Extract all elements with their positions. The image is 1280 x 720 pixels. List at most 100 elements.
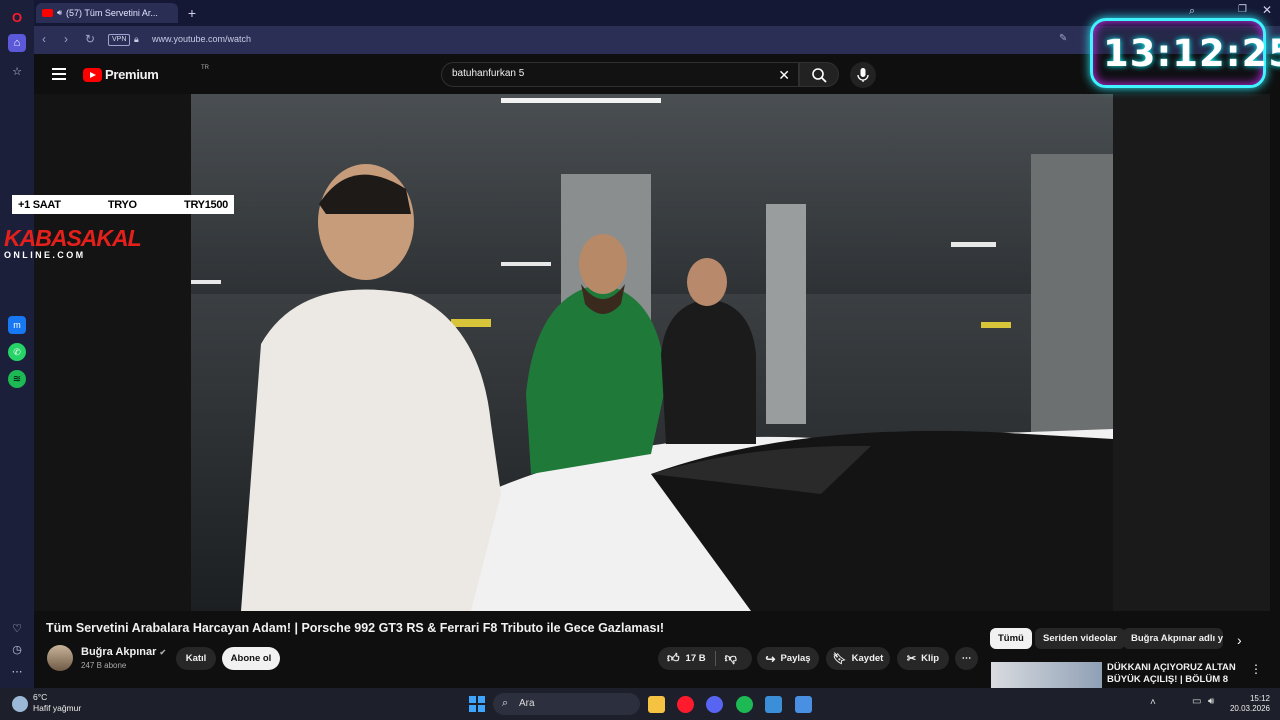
share-icon: ↪ (765, 651, 776, 666)
back-icon[interactable]: ‹ (42, 32, 46, 46)
network-icon[interactable]: ▭ (1192, 696, 1201, 707)
share-label: Paylaş (780, 653, 811, 664)
tab-title: (57) Tüm Servetini Ar... (66, 8, 158, 18)
more-icon[interactable]: ⋯ (8, 662, 26, 680)
messenger-icon[interactable]: m (8, 316, 26, 334)
whatsapp-icon[interactable]: ✆ (8, 343, 26, 361)
discord-icon[interactable] (706, 696, 723, 713)
voice-search-button[interactable] (850, 62, 876, 88)
subscribe-button[interactable]: Abone ol (222, 647, 280, 670)
taskbar-search[interactable]: ⌕ Ara (493, 693, 640, 715)
opera-sidebar: O ⌂ ☆ m ✆ ≋ ♡ ◷ ⋯ (0, 0, 34, 688)
search-icon: ⌕ (502, 697, 509, 709)
tab-bar: 🔊︎ (57) Tüm Servetini Ar... + ⌕ ❐ ✕ (34, 0, 1280, 26)
weather-desc: Hafif yağmur (33, 703, 82, 713)
tray-chevron-icon[interactable]: ˄ (1150, 697, 1156, 708)
taskbar-search-label: Ara (519, 698, 535, 709)
youtube-play-icon (83, 67, 102, 82)
dislike-button[interactable]: 👎︎ (725, 651, 737, 666)
windows-start-icon[interactable] (469, 696, 485, 712)
video-frame-image (191, 94, 1113, 611)
logo-text: Premium (105, 67, 159, 82)
new-tab-button[interactable]: + (184, 5, 200, 21)
clock[interactable]: 15:12 20.03.2026 (1228, 694, 1270, 714)
chevron-right-icon[interactable]: › (1237, 632, 1242, 648)
photos-taskbar-icon[interactable] (795, 696, 812, 713)
kebab-menu-icon[interactable]: ⋮ (1250, 662, 1262, 676)
heart-icon[interactable]: ♡ (8, 619, 26, 637)
forward-icon[interactable]: › (64, 32, 68, 46)
restore-window-icon[interactable]: ❐ (1238, 4, 1247, 15)
spotify-icon[interactable]: ≋ (8, 370, 26, 388)
reload-icon[interactable]: ↻ (85, 32, 95, 46)
home-icon[interactable]: ⌂ (8, 34, 26, 52)
opera-taskbar-icon[interactable] (677, 696, 694, 713)
save-button[interactable]: 🔖︎ Kaydet (826, 647, 890, 670)
menu-icon[interactable] (52, 68, 66, 80)
search-box[interactable]: ✕ (441, 62, 799, 87)
search-input[interactable] (452, 68, 752, 79)
browser-tab[interactable]: 🔊︎ (57) Tüm Servetini Ar... (36, 3, 178, 23)
date: 20.03.2026 (1229, 704, 1270, 713)
channel-avatar[interactable] (47, 645, 73, 671)
share-button[interactable]: ↪ Paylaş (757, 647, 819, 670)
bookmarks-icon[interactable]: ☆ (8, 62, 26, 80)
url-text[interactable]: www.youtube.com/watch (152, 34, 251, 44)
sponsor-logo: KABASAKAL ONLINE.COM (4, 225, 142, 260)
edit-icon[interactable]: ✎ (1059, 33, 1067, 44)
bet-ticker: +1 SAAT TRYO TRY1500 (12, 195, 234, 214)
youtube-favicon-icon (42, 9, 53, 17)
weather-temp: 6°C (33, 692, 48, 702)
time: 15:12 (1249, 694, 1270, 703)
speaker-icon[interactable]: 🔊︎ (57, 8, 62, 18)
lock-icon[interactable]: 🔒︎ (134, 34, 139, 45)
sponsor-logo-main: KABASAKAL (4, 225, 142, 251)
like-button[interactable]: 👍︎ 17 B (667, 651, 706, 666)
video-left-margin (34, 94, 191, 611)
join-button[interactable]: Katıl (176, 647, 216, 670)
ticker-item: TRY1500 (184, 198, 228, 211)
weather-widget[interactable]: 6°C Hafif yağmur (33, 692, 81, 714)
search-icon (812, 68, 827, 83)
video-right-margin (1113, 94, 1270, 611)
sponsor-logo-sub: ONLINE.COM (4, 250, 86, 260)
taskbar: 6°C Hafif yağmur ⌕ Ara ˄ ▭ 🔊︎ 15:12 20.0… (0, 688, 1280, 720)
thumbs-up-icon: 👍︎ (667, 651, 680, 665)
clear-search-icon[interactable]: ✕ (778, 67, 790, 84)
history-icon[interactable]: ◷ (8, 640, 26, 658)
more-horizontal-icon: ⋯ (961, 653, 972, 664)
search-button[interactable] (799, 62, 839, 87)
ticker-item: TRYO (107, 198, 137, 211)
neon-clock: 13:12:25 (1103, 32, 1280, 75)
save-label: Kaydet (851, 653, 884, 664)
file-explorer-icon[interactable] (648, 696, 665, 713)
scissors-icon: ✂ (906, 653, 917, 665)
like-dislike-group: 👍︎ 17 B 👎︎ (658, 647, 752, 670)
spotify-taskbar-icon[interactable] (736, 696, 753, 713)
weather-icon[interactable] (12, 696, 28, 712)
app-taskbar-icon[interactable] (765, 696, 782, 713)
chip-all[interactable]: Tümü (990, 628, 1032, 649)
volume-icon[interactable]: 🔊︎ (1208, 696, 1214, 707)
youtube-logo[interactable]: Premium TR (83, 65, 209, 82)
search-tabs-icon[interactable]: ⌕ (1189, 5, 1195, 18)
like-count: 17 B (685, 653, 706, 664)
chip-series[interactable]: Seriden videolar (1035, 628, 1125, 649)
more-actions-button[interactable]: ⋯ (955, 647, 978, 670)
close-window-icon[interactable]: ✕ (1262, 3, 1272, 17)
chip-channel[interactable]: Buğra Akpınar adlı yü (1123, 628, 1223, 649)
channel-name[interactable]: Buğra Akpınar ✔ (81, 646, 166, 658)
clip-button[interactable]: ✂ Klip (897, 647, 949, 670)
bookmark-icon: 🔖︎ (832, 653, 847, 665)
divider (714, 651, 716, 666)
opera-logo-icon[interactable]: O (8, 8, 26, 26)
video-title: Tüm Servetini Arabalara Harcayan Adam! |… (46, 621, 665, 635)
clip-label: Klip (921, 653, 940, 664)
vpn-badge[interactable]: VPN (108, 34, 131, 46)
video-player[interactable] (191, 94, 1113, 611)
recommendation-title[interactable]: DÜKKANI AÇIYORUZ ALTAN BÜYÜK AÇILIŞ! | B… (1107, 662, 1236, 686)
subscriber-count: 247 B abone (81, 661, 127, 670)
recommendation-thumbnail[interactable] (991, 662, 1102, 688)
verified-icon: ✔ (159, 648, 167, 657)
ticker-item: +1 SAAT (18, 198, 61, 211)
